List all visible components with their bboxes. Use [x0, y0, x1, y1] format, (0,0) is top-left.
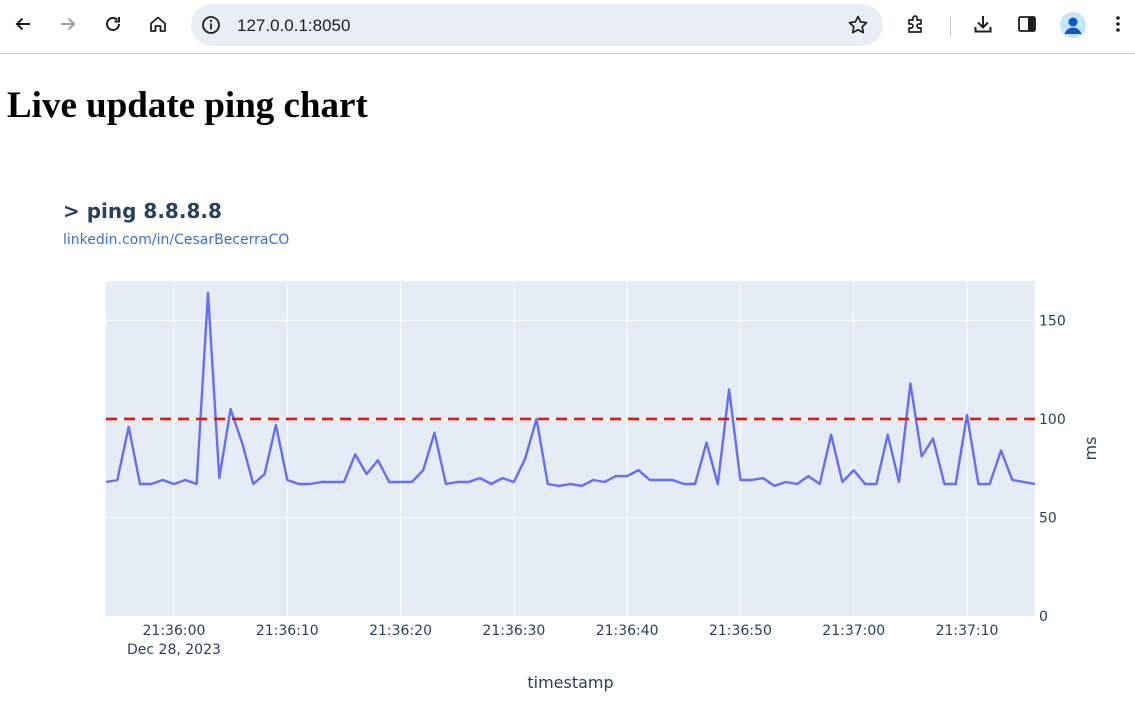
x-tick-date-label: Dec 28, 2023	[127, 642, 221, 658]
x-axis-title: timestamp	[527, 673, 613, 692]
x-tick-label: 21:37:10	[936, 623, 999, 639]
y-tick-label: 0	[1039, 609, 1048, 625]
y-tick-label: 50	[1039, 510, 1057, 526]
y-tick-label: 150	[1039, 313, 1066, 329]
x-tick-label: 21:36:50	[709, 623, 772, 639]
x-tick-labels: 21:36:00 Dec 28, 2023 21:36:10 21:36:20 21:3…	[127, 623, 998, 658]
x-tick-label: 21:36:20	[369, 623, 432, 639]
x-tick-label: 21:36:30	[482, 623, 545, 639]
x-tick-label: 21:36:40	[596, 623, 659, 639]
y-tick-labels: 0 50 100 150	[1039, 313, 1066, 625]
x-tick-label: 21:37:00	[822, 623, 885, 639]
y-axis-title: ms	[1081, 437, 1100, 461]
ping-line-chart: 21:36:00 Dec 28, 2023 21:36:10 21:36:20 21:3…	[105, 281, 1100, 692]
plot-background	[106, 281, 1035, 616]
x-tick-label: 21:36:10	[256, 623, 319, 639]
y-tick-label: 100	[1039, 412, 1066, 428]
x-tick-label: 21:36:00	[143, 623, 206, 639]
